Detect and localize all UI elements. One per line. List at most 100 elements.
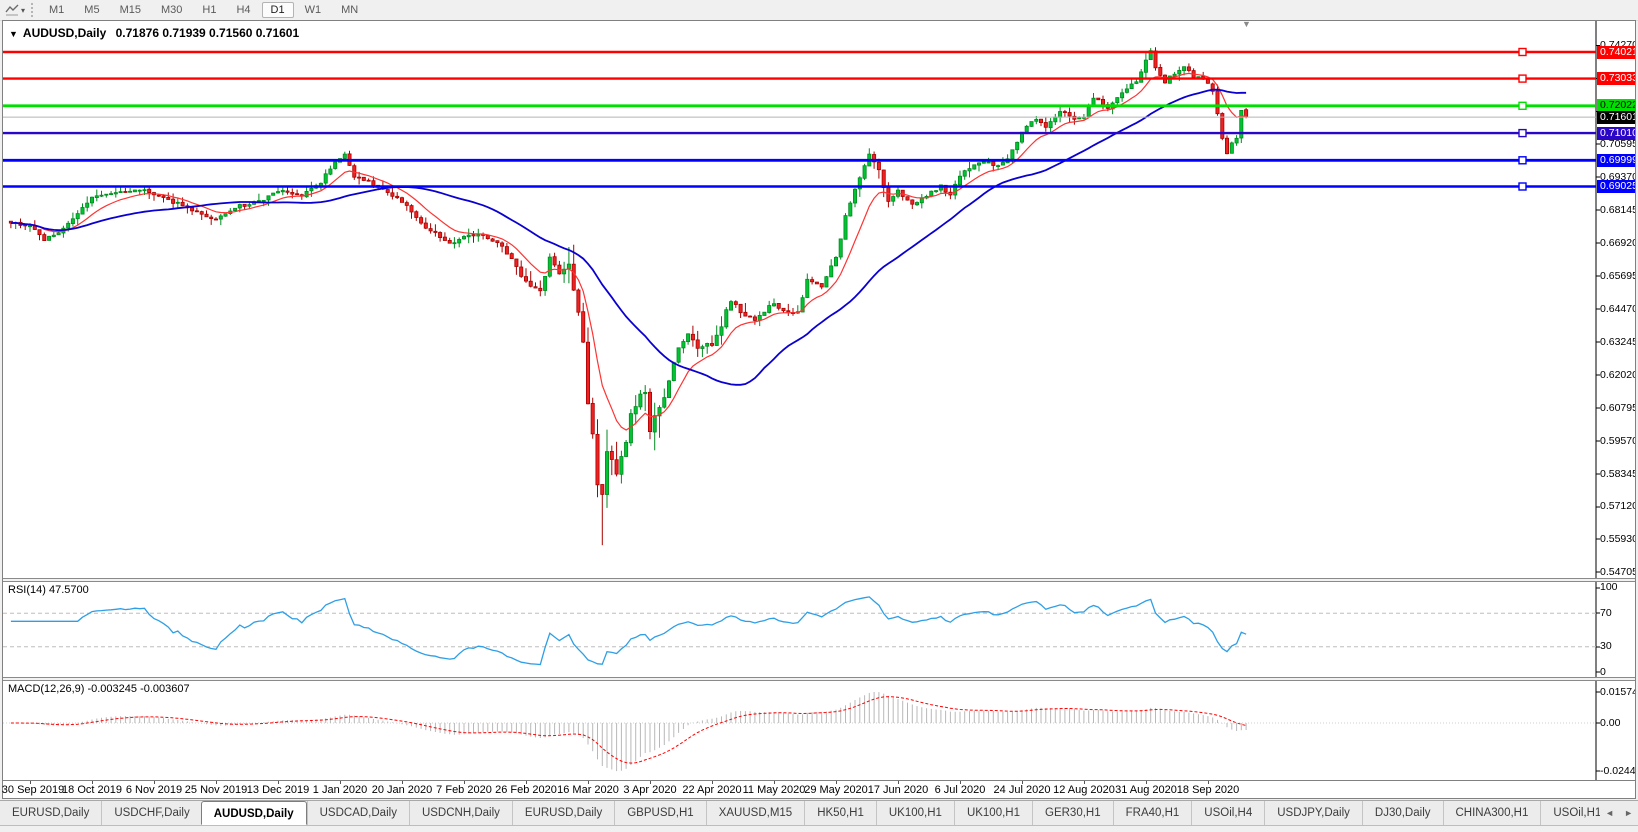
date-axis-label: 6 Nov 2019 bbox=[126, 784, 182, 796]
date-axis-label: 18 Sep 2020 bbox=[1177, 784, 1239, 796]
main-chart-canvas[interactable] bbox=[3, 21, 1635, 578]
chart-tab-xauusd-m15[interactable]: XAUUSD,M15 bbox=[706, 801, 805, 825]
hline-price-label: 0.69999 bbox=[1597, 154, 1635, 167]
chart-tab-gbpusd-h1[interactable]: GBPUSD,H1 bbox=[614, 801, 705, 825]
chart-window: ▼ AUDUSD,Daily 0.71876 0.71939 0.71560 0.… bbox=[2, 20, 1636, 799]
price-axis-label: 0.60795 bbox=[1600, 402, 1635, 415]
price-axis-label: 0.58345 bbox=[1600, 468, 1635, 481]
macd-label: MACD(12,26,9) -0.003245 -0.003607 bbox=[8, 683, 190, 695]
chart-tab-usdcad-daily[interactable]: USDCAD,Daily bbox=[307, 801, 409, 825]
date-axis[interactable]: 30 Sep 201918 Oct 2019 6 Nov 201925 Nov 2… bbox=[3, 780, 1635, 798]
chart-title-ohlc: 0.71876 0.71939 0.71560 0.71601 bbox=[116, 26, 300, 40]
date-axis-label: 7 Feb 2020 bbox=[436, 784, 492, 796]
date-axis-label: 22 Apr 2020 bbox=[682, 784, 741, 796]
chart-tab-usoil-h1[interactable]: USOil,H1 bbox=[1540, 801, 1600, 825]
chart-tab-hk50-h1[interactable]: HK50,H1 bbox=[804, 801, 876, 825]
macd-pane[interactable]: MACD(12,26,9) -0.003245 -0.003607 0.0157… bbox=[3, 681, 1635, 780]
date-axis-label: 25 Nov 2019 bbox=[185, 784, 247, 796]
chart-tab-eurusd-daily[interactable]: EURUSD,Daily bbox=[0, 801, 101, 825]
date-axis-label: 17 Jun 2020 bbox=[868, 784, 929, 796]
chart-title-symbol: AUDUSD,Daily bbox=[23, 26, 106, 40]
hline-price-label: 0.71601 bbox=[1597, 111, 1635, 124]
horizontal-line-0.74021[interactable] bbox=[3, 49, 1596, 56]
tab-scroll-right-icon[interactable]: ► bbox=[1619, 808, 1638, 818]
hline-price-label: 0.74021 bbox=[1597, 46, 1635, 59]
rsi-pane[interactable]: RSI(14) 47.5700 10070300 bbox=[3, 582, 1635, 677]
price-axis-label: 0.54705 bbox=[1600, 566, 1635, 578]
chart-tab-china300-h1[interactable]: CHINA300,H1 bbox=[1443, 801, 1541, 825]
macd-axis-label: 0.00 bbox=[1600, 717, 1635, 730]
date-axis-label: 24 Jul 2020 bbox=[994, 784, 1051, 796]
top-toolbar: ▾ M1M5M15M30H1H4D1W1MN bbox=[0, 0, 1638, 21]
chart-tab-eurusd-daily[interactable]: EURUSD,Daily bbox=[512, 801, 614, 825]
candles bbox=[9, 47, 1247, 545]
price-axis-label: 0.65695 bbox=[1600, 270, 1635, 283]
tab-scroll-buttons: ◄► bbox=[1600, 801, 1638, 825]
date-axis-label: 12 Aug 2020 bbox=[1053, 784, 1115, 796]
timeframe-button-h4[interactable]: H4 bbox=[227, 2, 259, 18]
date-axis-label: 29 May 2020 bbox=[804, 784, 868, 796]
tab-scroll-left-icon[interactable]: ◄ bbox=[1600, 808, 1619, 818]
price-axis-label: 0.68145 bbox=[1600, 204, 1635, 217]
horizontal-line-0.71010[interactable] bbox=[3, 130, 1596, 137]
price-axis-label: 0.66920 bbox=[1600, 237, 1635, 250]
chart-tab-bar: EURUSD,DailyUSDCHF,DailyAUDUSD,DailyUSDC… bbox=[0, 800, 1638, 826]
macd-canvas[interactable] bbox=[3, 681, 1635, 780]
chart-tab-ger30-h1[interactable]: GER30,H1 bbox=[1032, 801, 1113, 825]
date-axis-label: 18 Oct 2019 bbox=[62, 784, 122, 796]
horizontal-line-0.69999[interactable] bbox=[3, 157, 1596, 164]
chart-tab-fra40-h1[interactable]: FRA40,H1 bbox=[1113, 801, 1192, 825]
price-axis-label: 0.55930 bbox=[1600, 533, 1635, 546]
timeframe-button-m30[interactable]: M30 bbox=[152, 2, 191, 18]
rsi-axis-label: 70 bbox=[1600, 607, 1635, 620]
timeframe-button-group: M1M5M15M30H1H4D1W1MN bbox=[39, 2, 368, 18]
price-axis-label: 0.63245 bbox=[1600, 336, 1635, 349]
chart-tab-usdchf-daily[interactable]: USDCHF,Daily bbox=[101, 801, 201, 825]
chart-tool-dropdown-caret-icon[interactable]: ▾ bbox=[21, 6, 25, 15]
macd-histogram bbox=[11, 692, 1246, 771]
collapse-caret-icon[interactable]: ▼ bbox=[9, 29, 18, 39]
chart-tab-audusd-daily[interactable]: AUDUSD,Daily bbox=[201, 801, 307, 825]
date-axis-label: 11 May 2020 bbox=[743, 784, 806, 796]
chart-title: ▼ AUDUSD,Daily 0.71876 0.71939 0.71560 0.… bbox=[9, 26, 299, 40]
chart-shift-marker-icon[interactable]: ▼ bbox=[1242, 21, 1251, 29]
date-axis-label: 26 Feb 2020 bbox=[495, 784, 557, 796]
macd-axis-label: 0.015741 bbox=[1600, 686, 1635, 699]
timeframe-button-d1[interactable]: D1 bbox=[262, 2, 294, 18]
timeframe-button-h1[interactable]: H1 bbox=[193, 2, 225, 18]
horizontal-line-0.73033[interactable] bbox=[3, 75, 1596, 82]
price-axis-label: 0.59570 bbox=[1600, 435, 1635, 448]
macd-signal-line bbox=[11, 697, 1246, 763]
date-axis-label: 31 Aug 2020 bbox=[1115, 784, 1177, 796]
horizontal-line-0.72022[interactable] bbox=[3, 102, 1596, 109]
date-axis-label: 20 Jan 2020 bbox=[372, 784, 433, 796]
toolbar-grip bbox=[31, 3, 33, 17]
date-axis-label: 3 Apr 2020 bbox=[623, 784, 676, 796]
timeframe-button-mn[interactable]: MN bbox=[332, 2, 367, 18]
main-price-pane[interactable]: ▼ AUDUSD,Daily 0.71876 0.71939 0.71560 0.… bbox=[3, 21, 1635, 578]
rsi-axis-label: 0 bbox=[1600, 666, 1635, 677]
fast-ma-line bbox=[11, 73, 1246, 430]
price-axis-label: 0.62020 bbox=[1600, 369, 1635, 382]
date-axis-label: 1 Jan 2020 bbox=[313, 784, 367, 796]
date-axis-label: 30 Sep 2019 bbox=[2, 784, 64, 796]
timeframe-button-m1[interactable]: M1 bbox=[40, 2, 73, 18]
chart-tab-uk100-h1[interactable]: UK100,H1 bbox=[876, 801, 954, 825]
rsi-line bbox=[11, 597, 1246, 665]
chart-tab-usoil-h4[interactable]: USOil,H4 bbox=[1191, 801, 1264, 825]
timeframe-button-w1[interactable]: W1 bbox=[296, 2, 331, 18]
chart-tab-uk100-h1[interactable]: UK100,H1 bbox=[954, 801, 1032, 825]
chart-cursor-icon[interactable] bbox=[3, 2, 21, 18]
macd-axis-label: -0.024412 bbox=[1600, 765, 1635, 778]
hline-price-label: 0.73033 bbox=[1597, 72, 1635, 85]
date-axis-label: 6 Jul 2020 bbox=[935, 784, 986, 796]
timeframe-button-m15[interactable]: M15 bbox=[111, 2, 150, 18]
horizontal-line-0.69025[interactable] bbox=[3, 183, 1596, 190]
chart-tab-usdcnh-daily[interactable]: USDCNH,Daily bbox=[409, 801, 512, 825]
price-axis-label: 0.57120 bbox=[1600, 500, 1635, 513]
timeframe-button-m5[interactable]: M5 bbox=[75, 2, 108, 18]
hline-price-label: 0.71010 bbox=[1597, 127, 1635, 140]
rsi-canvas[interactable] bbox=[3, 582, 1635, 677]
chart-tab-usdjpy-daily[interactable]: USDJPY,Daily bbox=[1264, 801, 1362, 825]
chart-tab-dj30-daily[interactable]: DJ30,Daily bbox=[1362, 801, 1443, 825]
